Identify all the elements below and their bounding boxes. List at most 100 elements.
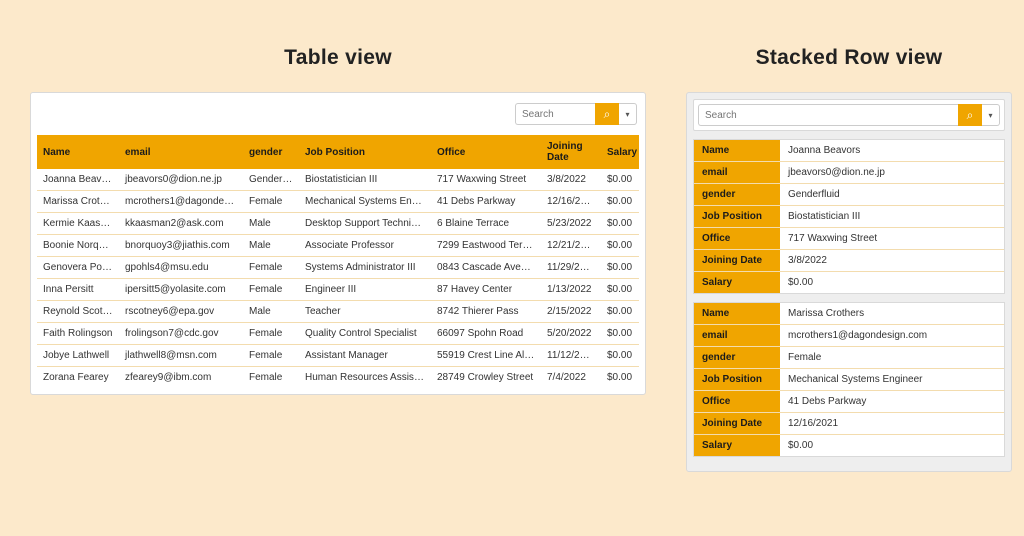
field-value: Female bbox=[780, 347, 1004, 368]
cell-position: Engineer III bbox=[299, 279, 431, 301]
cell-email: jlathwell8@msn.com bbox=[119, 345, 243, 367]
data-table: NameemailgenderJob PositionOfficeJoining… bbox=[37, 135, 639, 388]
cell-salary: $0.00 bbox=[601, 257, 639, 279]
field-label: email bbox=[694, 325, 780, 346]
cell-name: Zorana Fearey bbox=[37, 367, 119, 389]
field-value: Mechanical Systems Engineer bbox=[780, 369, 1004, 390]
cell-gender: Female bbox=[243, 279, 299, 301]
cell-office: 717 Waxwing Street bbox=[431, 169, 541, 191]
cell-office: 28749 Crowley Street bbox=[431, 367, 541, 389]
cell-name: Boonie Norquoy bbox=[37, 235, 119, 257]
cell-email: frolingson7@cdc.gov bbox=[119, 323, 243, 345]
cell-gender: Female bbox=[243, 323, 299, 345]
cell-gender: Genderfluid bbox=[243, 169, 299, 191]
cell-salary: $0.00 bbox=[601, 367, 639, 389]
cell-gender: Male bbox=[243, 301, 299, 323]
table-row[interactable]: Genovera Pohlsgpohls4@msu.eduFemaleSyste… bbox=[37, 257, 639, 279]
stacked-field: Office717 Waxwing Street bbox=[694, 228, 1004, 250]
table-header-row: NameemailgenderJob PositionOfficeJoining… bbox=[37, 135, 639, 169]
column-header[interactable]: gender bbox=[243, 135, 299, 169]
column-header[interactable]: Job Position bbox=[299, 135, 431, 169]
field-value: Genderfluid bbox=[780, 184, 1004, 205]
table-row[interactable]: Boonie Norquoybnorquoy3@jiathis.comMaleA… bbox=[37, 235, 639, 257]
cell-gender: Female bbox=[243, 345, 299, 367]
field-value: Marissa Crothers bbox=[780, 303, 1004, 324]
field-value: $0.00 bbox=[780, 272, 1004, 293]
table-view-title: Table view bbox=[30, 46, 646, 70]
stacked-field: Joining Date3/8/2022 bbox=[694, 250, 1004, 272]
cell-gender: Male bbox=[243, 235, 299, 257]
field-label: Salary bbox=[694, 435, 780, 456]
cell-salary: $0.00 bbox=[601, 301, 639, 323]
search-icon bbox=[604, 108, 611, 121]
table-row[interactable]: Joanna Beavorsjbeavors0@dion.ne.jpGender… bbox=[37, 169, 639, 191]
cell-position: Biostatistician III bbox=[299, 169, 431, 191]
table-row[interactable]: Zorana Feareyzfearey9@ibm.comFemaleHuman… bbox=[37, 367, 639, 389]
cell-name: Inna Persitt bbox=[37, 279, 119, 301]
stacked-view-card: ▾ NameJoanna Beavorsemailjbeavors0@dion.… bbox=[686, 92, 1012, 472]
cell-gender: Female bbox=[243, 367, 299, 389]
column-header[interactable]: Name bbox=[37, 135, 119, 169]
cell-position: Systems Administrator III bbox=[299, 257, 431, 279]
stacked-record[interactable]: NameJoanna Beavorsemailjbeavors0@dion.ne… bbox=[693, 139, 1005, 294]
cell-salary: $0.00 bbox=[601, 345, 639, 367]
table-row[interactable]: Jobye Lathwelljlathwell8@msn.comFemaleAs… bbox=[37, 345, 639, 367]
cell-name: Kermie Kaasman bbox=[37, 213, 119, 235]
stacked-field: emailjbeavors0@dion.ne.jp bbox=[694, 162, 1004, 184]
cell-position: Quality Control Specialist bbox=[299, 323, 431, 345]
search-input[interactable] bbox=[515, 103, 595, 125]
table-row[interactable]: Kermie Kaasmankkaasman2@ask.comMaleDeskt… bbox=[37, 213, 639, 235]
field-label: Job Position bbox=[694, 206, 780, 227]
field-label: Salary bbox=[694, 272, 780, 293]
stacked-field: Job PositionBiostatistician III bbox=[694, 206, 1004, 228]
cell-salary: $0.00 bbox=[601, 279, 639, 301]
search-options-toggle[interactable]: ▾ bbox=[982, 104, 1000, 126]
cell-position: Assistant Manager bbox=[299, 345, 431, 367]
cell-salary: $0.00 bbox=[601, 191, 639, 213]
column-header[interactable]: Salary bbox=[601, 135, 639, 169]
cell-position: Mechanical Systems Engineer bbox=[299, 191, 431, 213]
field-value: 12/16/2021 bbox=[780, 413, 1004, 434]
cell-name: Faith Rolingson bbox=[37, 323, 119, 345]
cell-office: 55919 Crest Line Alley bbox=[431, 345, 541, 367]
table-row[interactable]: Inna Persittipersitt5@yolasite.comFemale… bbox=[37, 279, 639, 301]
cell-salary: $0.00 bbox=[601, 169, 639, 191]
column-header[interactable]: email bbox=[119, 135, 243, 169]
cell-email: zfearey9@ibm.com bbox=[119, 367, 243, 389]
table-row[interactable]: Marissa Crothersmcrothers1@dagondesign.c… bbox=[37, 191, 639, 213]
cell-office: 41 Debs Parkway bbox=[431, 191, 541, 213]
cell-position: Desktop Support Technician bbox=[299, 213, 431, 235]
cell-email: ipersitt5@yolasite.com bbox=[119, 279, 243, 301]
cell-salary: $0.00 bbox=[601, 235, 639, 257]
stacked-record[interactable]: NameMarissa Crothersemailmcrothers1@dago… bbox=[693, 302, 1005, 457]
stacked-field: genderGenderfluid bbox=[694, 184, 1004, 206]
stacked-toolbar: ▾ bbox=[693, 99, 1005, 131]
cell-office: 8742 Thierer Pass bbox=[431, 301, 541, 323]
cell-date: 2/15/2022 bbox=[541, 301, 601, 323]
cell-position: Teacher bbox=[299, 301, 431, 323]
field-label: gender bbox=[694, 184, 780, 205]
cell-date: 5/23/2022 bbox=[541, 213, 601, 235]
chevron-down-icon: ▾ bbox=[988, 111, 992, 120]
field-label: Job Position bbox=[694, 369, 780, 390]
cell-name: Reynold Scotney bbox=[37, 301, 119, 323]
search-button[interactable] bbox=[958, 104, 982, 126]
stacked-field: genderFemale bbox=[694, 347, 1004, 369]
stacked-field: Joining Date12/16/2021 bbox=[694, 413, 1004, 435]
cell-email: gpohls4@msu.edu bbox=[119, 257, 243, 279]
field-value: 717 Waxwing Street bbox=[780, 228, 1004, 249]
column-header[interactable]: Office bbox=[431, 135, 541, 169]
cell-office: 87 Havey Center bbox=[431, 279, 541, 301]
field-value: $0.00 bbox=[780, 435, 1004, 456]
table-row[interactable]: Faith Rolingsonfrolingson7@cdc.govFemale… bbox=[37, 323, 639, 345]
stacked-view-title: Stacked Row view bbox=[686, 46, 1012, 70]
search-button[interactable] bbox=[595, 103, 619, 125]
field-label: gender bbox=[694, 347, 780, 368]
cell-date: 1/13/2022 bbox=[541, 279, 601, 301]
table-row[interactable]: Reynold Scotneyrscotney6@epa.govMaleTeac… bbox=[37, 301, 639, 323]
column-header[interactable]: Joining Date bbox=[541, 135, 601, 169]
search-options-toggle[interactable]: ▾ bbox=[619, 103, 637, 125]
field-value: 41 Debs Parkway bbox=[780, 391, 1004, 412]
search-icon bbox=[967, 109, 974, 122]
search-input[interactable] bbox=[698, 104, 958, 126]
